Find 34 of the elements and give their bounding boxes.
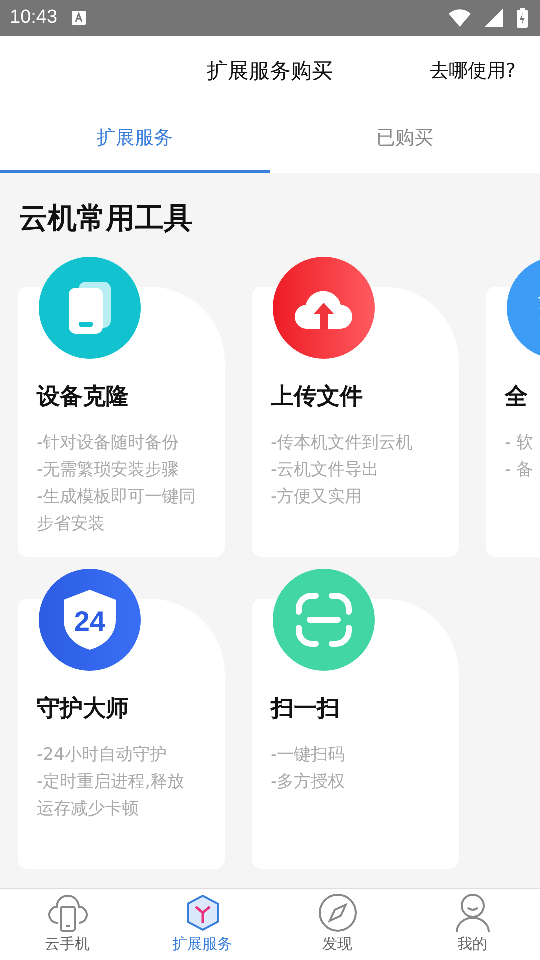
card-title: 设备克隆 [37, 383, 130, 412]
compass-icon [318, 893, 358, 933]
notification-icon [72, 11, 86, 25]
nav-item[interactable]: 扩展服务 [135, 889, 270, 960]
card-description: -多方授权 [271, 771, 346, 794]
page-title: 扩展服务购买 [207, 58, 333, 84]
shield-icon: 24 [62, 588, 118, 652]
card-description: -针对设备随时备份 [37, 432, 180, 455]
section-title: 云机常用工具 [19, 200, 194, 237]
nav-item[interactable]: 发现 [270, 889, 405, 960]
status-time: 10:43 [10, 7, 58, 29]
card-description: -一键扫码 [271, 744, 346, 767]
card-title: 守护大师 [37, 695, 130, 724]
cloud-phone-icon [48, 893, 88, 933]
card-description: - 备 [505, 459, 535, 482]
nav-item[interactable]: 云手机 [0, 889, 135, 960]
card-description: -定时重启进程,释放运存减少卡顿 [37, 771, 186, 821]
tab[interactable]: 已购买 [270, 105, 540, 173]
card-description: -生成模板即可一键同步省安装 [37, 486, 198, 536]
card-description: - 软 [505, 432, 535, 455]
card-title: 上传文件 [271, 383, 364, 412]
card-title: 全 [505, 383, 529, 412]
card-title: 扫一扫 [271, 695, 341, 724]
battery-icon [517, 8, 528, 28]
wifi-icon [449, 9, 471, 27]
card-description: -24小时自动守护 [37, 744, 168, 767]
card-description: -无需繁琐安装步骤 [37, 459, 180, 482]
card-description: -云机文件导出 [271, 459, 380, 482]
scan-icon [294, 590, 354, 650]
card-description: -传本机文件到云机 [271, 432, 414, 455]
nav-item[interactable]: 我的 [405, 889, 540, 960]
signal-icon [485, 9, 503, 27]
card-description: -方便又实用 [271, 486, 364, 509]
where-to-use-link[interactable]: 去哪使用? [430, 58, 516, 84]
